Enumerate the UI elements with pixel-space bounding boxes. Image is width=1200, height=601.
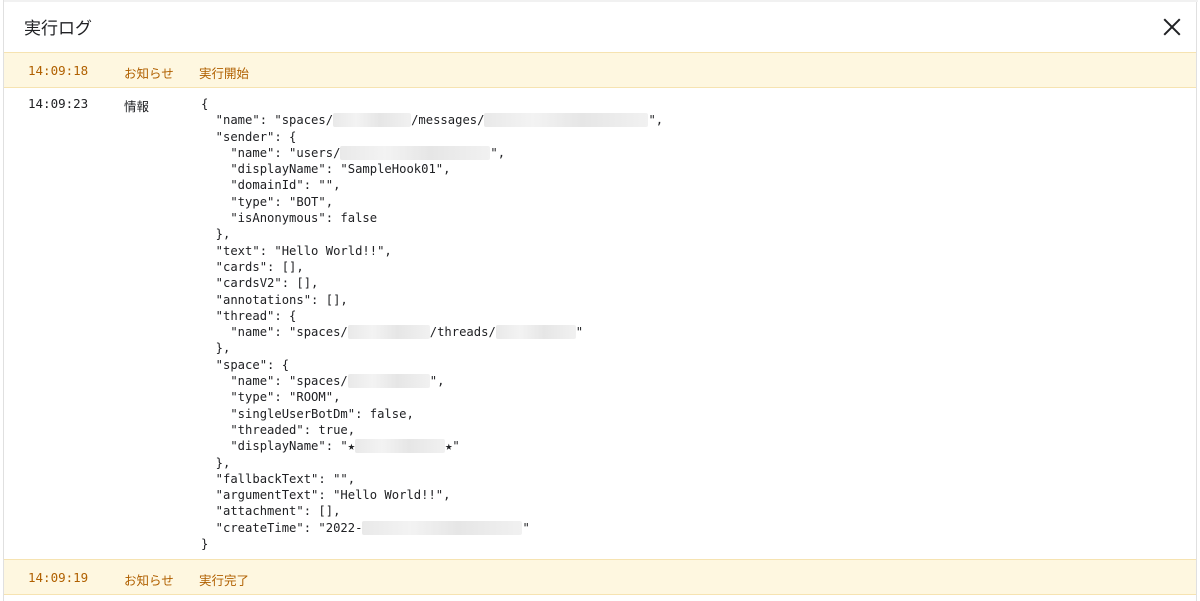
log-time: 14:09:19 [28,570,89,585]
log-time: 14:09:18 [28,63,89,78]
execution-log-dialog: 実行ログ 14:09:18 お知らせ 実行開始 14:09:23 情報 { "n… [3,0,1198,601]
log-level: お知らせ [124,66,174,81]
log-row-start: 14:09:18 お知らせ 実行開始 [4,52,1196,88]
dialog-title: 実行ログ [24,19,92,39]
log-row-end: 14:09:19 お知らせ 実行完了 [4,559,1196,595]
log-message: 実行開始 [199,66,250,81]
log-row-info: 14:09:23 情報 { "name": "spaces//messages/… [4,88,1196,558]
log-level: 情報 [124,99,150,114]
close-icon[interactable] [1158,13,1186,41]
log-message: 実行完了 [199,573,250,588]
log-level: お知らせ [124,573,174,588]
log-json-payload: { "name": "spaces//messages/", "sender":… [201,97,664,552]
log-time: 14:09:23 [28,96,89,111]
dialog-header: 実行ログ [4,0,1196,53]
